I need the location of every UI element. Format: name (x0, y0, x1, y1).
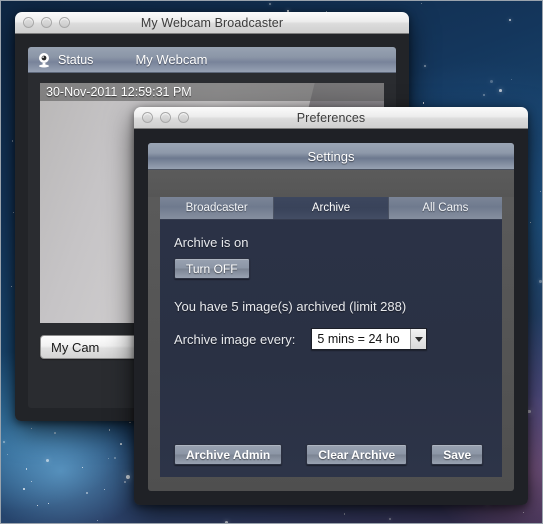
star-dot (108, 429, 111, 431)
star-dot (388, 518, 392, 521)
star-dot (424, 64, 427, 67)
main-window-titlebar[interactable]: My Webcam Broadcaster (15, 12, 409, 34)
star-dot (36, 505, 38, 507)
clear-archive-button-label: Clear Archive (318, 447, 396, 462)
star-dot (11, 140, 14, 142)
archive-count-text: You have 5 image(s) archived (limit 288) (174, 299, 407, 314)
status-label: Status (58, 52, 94, 67)
star-dot (224, 521, 228, 523)
tab-all-cams-label: All Cams (422, 202, 469, 214)
chevron-down-icon[interactable] (410, 329, 427, 349)
star-dot (539, 280, 542, 283)
archive-interval-label: Archive image every: (174, 331, 296, 347)
star-dot (119, 442, 122, 445)
star-dot (86, 492, 88, 495)
star-dot (508, 18, 511, 22)
star-dot (422, 102, 425, 105)
star-dot (129, 421, 131, 424)
desktop-background: My Webcam Broadcaster Status My Webcam 3… (0, 0, 543, 524)
settings-header: Settings (148, 143, 514, 170)
star-dot (114, 457, 116, 459)
star-dot (483, 94, 486, 97)
star-dot (103, 488, 106, 490)
star-dot (30, 480, 33, 482)
star-dot (268, 2, 272, 5)
preferences-body: Settings Broadcaster Archive All Cams Ar… (134, 129, 528, 505)
close-icon[interactable] (142, 112, 153, 123)
turn-off-button[interactable]: Turn OFF (174, 258, 250, 279)
archive-interval-dropdown[interactable]: 5 mins = 24 ho (311, 328, 428, 350)
star-dot (489, 79, 494, 84)
tab-broadcaster-label: Broadcaster (185, 202, 248, 214)
star-dot (12, 212, 15, 214)
tab-all-cams[interactable]: All Cams (388, 197, 502, 219)
star-dot (54, 432, 56, 434)
save-button-label: Save (443, 447, 472, 462)
preferences-tabstrip: Broadcaster Archive All Cams (160, 197, 502, 219)
zoom-icon[interactable] (59, 17, 70, 28)
zoom-icon[interactable] (178, 112, 189, 123)
minimize-icon[interactable] (160, 112, 171, 123)
settings-spacer (148, 170, 514, 197)
star-dot (420, 2, 423, 5)
star-dot (25, 468, 28, 470)
star-dot (107, 457, 110, 460)
archive-interval-row: Archive image every: 5 mins = 24 ho (174, 328, 488, 350)
tab-broadcaster[interactable]: Broadcaster (160, 197, 275, 219)
star-dot (45, 458, 50, 463)
star-dot (125, 475, 130, 480)
archive-tab-content: Archive is on Turn OFF You have 5 image(… (160, 219, 502, 477)
star-dot (523, 511, 525, 513)
archive-admin-button[interactable]: Archive Admin (174, 444, 283, 465)
tab-archive[interactable]: Archive (274, 197, 389, 219)
star-dot (2, 441, 5, 444)
close-icon[interactable] (23, 17, 34, 28)
webcam-icon (36, 52, 52, 68)
star-dot (6, 454, 8, 456)
star-dot (124, 480, 126, 483)
star-dot (48, 502, 50, 504)
preferences-window[interactable]: Preferences Settings Broadcaster Archive… (134, 107, 528, 505)
clear-archive-button[interactable]: Clear Archive (306, 444, 408, 465)
star-dot (23, 488, 25, 490)
tab-archive-label: Archive (311, 202, 351, 214)
archive-interval-value: 5 mins = 24 ho (317, 332, 400, 346)
star-dot (539, 190, 542, 193)
archive-admin-button-label: Archive Admin (186, 447, 271, 462)
star-dot (31, 427, 32, 429)
star-dot (510, 79, 512, 81)
star-dot (10, 286, 13, 288)
preferences-traffic-lights (134, 112, 189, 123)
star-dot (529, 221, 532, 224)
star-dot (81, 466, 83, 468)
minimize-icon[interactable] (41, 17, 52, 28)
turn-off-button-label: Turn OFF (186, 261, 238, 276)
main-window-title: My Webcam Broadcaster (140, 15, 284, 30)
caret-down-glyph (414, 336, 423, 342)
archive-state-text: Archive is on (174, 235, 249, 250)
main-window-traffic-lights (15, 17, 70, 28)
preferences-titlebar[interactable]: Preferences (134, 107, 528, 129)
webcam-name-label: My Webcam (135, 52, 208, 67)
cam-select-value: My Cam (51, 339, 100, 355)
star-dot (499, 88, 503, 92)
save-button[interactable]: Save (431, 444, 484, 465)
video-timestamp: 30-Nov-2011 12:59:31 PM (40, 83, 384, 101)
archive-action-buttons: Archive Admin Clear Archive Save (174, 444, 488, 465)
status-bar: Status My Webcam (28, 47, 396, 73)
settings-panel: Settings Broadcaster Archive All Cams Ar… (148, 143, 514, 491)
star-dot (343, 512, 346, 515)
preferences-title: Preferences (296, 110, 366, 125)
star-dot (97, 519, 99, 521)
